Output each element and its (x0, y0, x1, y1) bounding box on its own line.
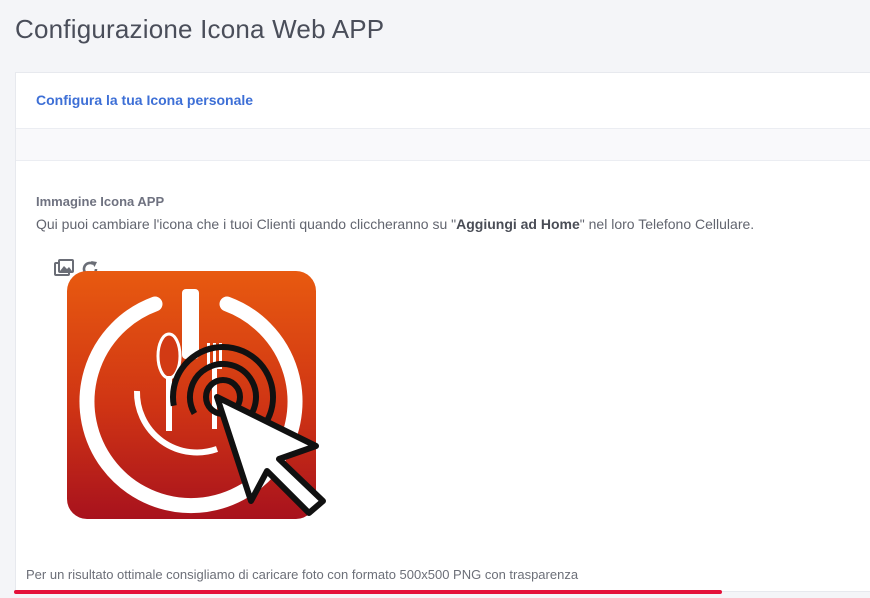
image-icon[interactable] (54, 259, 74, 279)
page: Configurazione Icona Web APP Configura l… (0, 0, 870, 598)
field-description: Qui puoi cambiare l'icona che i tuoi Cli… (36, 216, 754, 232)
icon-config-card: Configura la tua Icona personale Immagin… (15, 72, 870, 592)
click-pointer-icon (170, 344, 326, 516)
field-label: Immagine Icona APP (36, 194, 165, 209)
card-band (16, 129, 870, 161)
card-header: Configura la tua Icona personale (16, 73, 870, 129)
page-title: Configurazione Icona Web APP (15, 14, 385, 44)
upload-help-text: Per un risultato ottimale consigliamo di… (26, 567, 579, 582)
field-description-prefix: Qui puoi cambiare l'icona che i tuoi Cli… (36, 216, 457, 232)
configure-icon-link[interactable]: Configura la tua Icona personale (36, 92, 253, 108)
field-description-bold: Aggiungi ad Home (456, 216, 580, 232)
field-description-suffix: " nel loro Telefono Cellulare. (579, 216, 755, 232)
help-text-underline (14, 590, 722, 594)
